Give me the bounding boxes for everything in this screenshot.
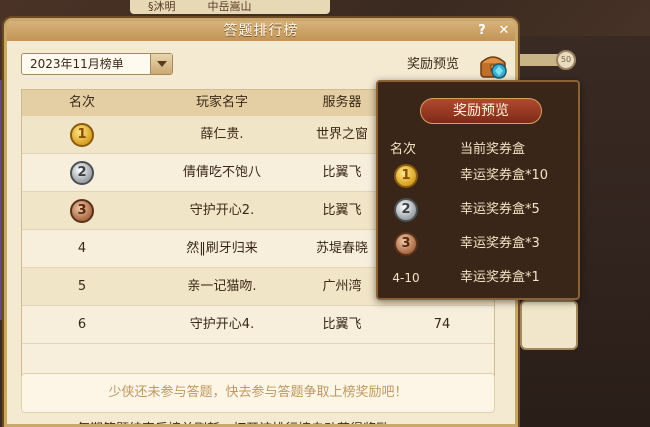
refresh-footnote: 每期答题结束后榜单刷新，打开该排行榜自动获得奖励 — [77, 418, 389, 424]
player-name: 薛仁贵. — [200, 127, 244, 142]
player-name: 倩倩吃不饱八 — [182, 165, 261, 180]
rank-cell: 1 — [22, 116, 142, 154]
month-select-value: 2023年11月榜单 — [30, 57, 124, 71]
server-name: 比翼飞 — [322, 317, 362, 332]
bronze-medal-icon: 3 — [70, 199, 94, 223]
reward-preview-label[interactable]: 奖励预览 — [407, 53, 459, 72]
popup-reward-text: 幸运奖券盒*5 — [460, 202, 540, 217]
background-right-card — [520, 300, 578, 350]
dialog-title: 答题排行榜 — [223, 23, 299, 39]
chevron-down-icon[interactable] — [150, 54, 172, 74]
treasure-chest-icon[interactable] — [477, 49, 511, 81]
popup-reward-text: 幸运奖券盒*10 — [460, 168, 549, 183]
player-name: 守护开心2. — [189, 203, 255, 218]
participation-notice: 少侠还未参与答题，快去参与答题争取上榜奖励吧！ — [21, 373, 495, 413]
rank-number: 5 — [77, 279, 87, 294]
gold-medal-icon: 1 — [394, 164, 418, 188]
popup-title: 奖励预览 — [420, 98, 542, 124]
rank-cell: 3 — [22, 192, 142, 230]
background-tab: 中岳嵩山 — [207, 0, 252, 13]
month-select[interactable]: 2023年11月榜单 — [21, 53, 173, 75]
reward-preview-popup: 奖励预览 名次 当前奖券盒 1 幸运奖券盒*10 2 幸运奖券盒*5 3 幸运奖… — [376, 80, 580, 300]
background-tab: §沐明 — [148, 0, 176, 13]
popup-rank-cell: 4-10 — [388, 264, 424, 292]
popup-rank-cell: 1 — [388, 162, 424, 190]
silver-medal-icon: 2 — [394, 198, 418, 222]
player-name: 亲一记猫吻. — [187, 279, 257, 294]
popup-reward-text: 幸运奖券盒*3 — [460, 236, 540, 251]
rank-number: 6 — [77, 317, 87, 332]
column-header-rank: 名次 — [68, 95, 95, 110]
close-button[interactable]: ✕ — [495, 22, 513, 40]
rank-number: 4 — [77, 241, 87, 256]
popup-reward-text: 幸运奖券盒*1 — [460, 270, 540, 285]
gold-medal-icon: 1 — [70, 123, 94, 147]
background-tab-strip: §沐明 中岳嵩山 — [130, 0, 330, 14]
bronze-medal-icon: 3 — [394, 232, 418, 256]
score: 74 — [433, 317, 451, 332]
background-slider-knob: 50 — [556, 50, 576, 70]
popup-rank-cell: 3 — [388, 230, 424, 258]
popup-rank-cell: 2 — [388, 196, 424, 224]
popup-column-reward: 当前奖券盒 — [460, 142, 526, 157]
help-button[interactable]: ? — [473, 22, 491, 40]
player-name: 然‖刷牙归来 — [186, 241, 258, 256]
silver-medal-icon: 2 — [70, 161, 94, 185]
rank-cell: 2 — [22, 154, 142, 192]
column-header-player: 玩家名字 — [195, 95, 248, 110]
popup-column-rank: 名次 — [390, 142, 417, 157]
player-name: 守护开心4. — [189, 317, 255, 332]
table-row: 6 守护开心4. 比翼飞 74 — [22, 306, 494, 344]
popup-rank-range: 4-10 — [392, 271, 420, 285]
